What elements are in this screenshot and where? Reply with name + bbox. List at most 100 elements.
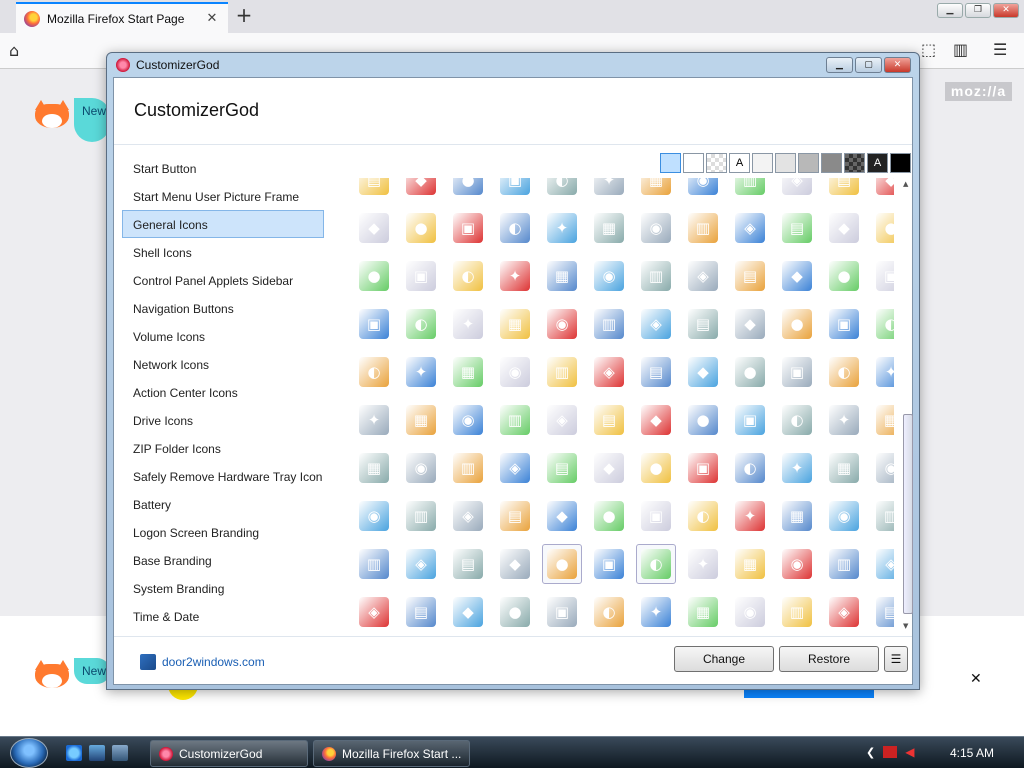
icon-tile[interactable]: ● <box>777 304 817 344</box>
icon-tile[interactable]: ▣ <box>730 400 770 440</box>
icon-tile[interactable]: ▤ <box>448 544 488 584</box>
icon-tile[interactable]: ◐ <box>871 304 894 344</box>
scroll-up-icon[interactable]: ▲ <box>903 180 908 188</box>
icon-tile[interactable]: ◐ <box>401 304 441 344</box>
icon-tile[interactable]: ◐ <box>448 256 488 296</box>
icon-tile[interactable]: ● <box>730 352 770 392</box>
icon-tile[interactable]: ◆ <box>354 208 394 248</box>
icon-tile[interactable]: ◆ <box>495 544 535 584</box>
network-icon[interactable] <box>883 746 898 758</box>
icon-tile[interactable]: ▣ <box>871 256 894 296</box>
icon-tile[interactable]: ◆ <box>683 352 723 392</box>
icon-tile[interactable]: ▤ <box>636 352 676 392</box>
icon-tile[interactable]: ◐ <box>354 352 394 392</box>
icon-grid-scrollbar[interactable]: ▲ ▼ <box>902 178 914 633</box>
nav-item-base-branding[interactable]: Base Branding <box>122 546 324 574</box>
new-tab-button[interactable]: + <box>233 4 255 26</box>
icon-tile[interactable]: ◉ <box>824 496 864 536</box>
swatch-white[interactable] <box>683 153 704 173</box>
close-tab-icon[interactable]: ✕ <box>204 11 220 26</box>
clock[interactable]: 4:15 AM <box>950 746 994 760</box>
swatch-light-gray[interactable] <box>752 153 773 173</box>
icon-tile[interactable]: ▤ <box>871 592 894 628</box>
icon-tile[interactable]: ▥ <box>730 178 770 200</box>
icon-tile[interactable]: ◉ <box>871 448 894 488</box>
icon-tile[interactable]: ▣ <box>636 496 676 536</box>
icon-tile[interactable]: ✦ <box>589 178 629 200</box>
close-window-button[interactable]: ✕ <box>993 3 1019 18</box>
icon-tile[interactable]: ▤ <box>777 208 817 248</box>
icon-tile[interactable]: ◐ <box>636 544 676 584</box>
swatch-black-text[interactable]: A <box>867 153 888 173</box>
screenshot-icon[interactable]: ⬚ <box>921 40 936 59</box>
icon-tile[interactable]: ◆ <box>824 208 864 248</box>
icon-tile[interactable]: ● <box>871 208 894 248</box>
icon-tile[interactable]: ◈ <box>589 352 629 392</box>
icon-tile[interactable]: ▦ <box>636 178 676 200</box>
icon-tile[interactable]: ▥ <box>589 304 629 344</box>
icon-tile[interactable]: ◉ <box>542 304 582 344</box>
icon-tile[interactable]: ◉ <box>495 352 535 392</box>
icon-tile[interactable]: ◐ <box>824 352 864 392</box>
more-options-button[interactable]: ☰ <box>884 646 908 672</box>
icon-tile[interactable]: ◆ <box>777 256 817 296</box>
icon-tile[interactable]: ◈ <box>777 178 817 200</box>
icon-tile[interactable]: ◆ <box>401 178 441 200</box>
icon-tile[interactable]: ✦ <box>495 256 535 296</box>
icon-tile[interactable]: ▥ <box>495 400 535 440</box>
icon-tile[interactable]: ● <box>824 256 864 296</box>
swatch-white-text[interactable]: A <box>729 153 750 173</box>
change-button[interactable]: Change <box>674 646 774 672</box>
icon-tile[interactable]: ✦ <box>636 592 676 628</box>
nav-item-logon-screen-branding[interactable]: Logon Screen Branding <box>122 518 324 546</box>
icon-tile[interactable]: ◉ <box>777 544 817 584</box>
icon-tile[interactable]: ✦ <box>824 400 864 440</box>
icon-tile[interactable]: ▥ <box>683 208 723 248</box>
close-snippet-icon[interactable]: ✕ <box>970 671 982 687</box>
icon-tile[interactable]: ▣ <box>448 208 488 248</box>
icon-tile[interactable]: ◐ <box>683 496 723 536</box>
icon-tile[interactable]: ◈ <box>683 256 723 296</box>
icon-tile[interactable]: ▣ <box>401 256 441 296</box>
icon-tile[interactable]: ● <box>636 448 676 488</box>
swatch-black[interactable] <box>890 153 911 173</box>
icon-tile[interactable]: ▦ <box>683 592 723 628</box>
icon-tile[interactable]: ● <box>401 208 441 248</box>
icon-tile[interactable]: ◆ <box>448 592 488 628</box>
nav-item-zip-folder-icons[interactable]: ZIP Folder Icons <box>122 434 324 462</box>
scroll-down-icon[interactable]: ▼ <box>903 622 908 630</box>
icon-tile[interactable]: ✦ <box>683 544 723 584</box>
icon-tile[interactable]: ▥ <box>448 448 488 488</box>
nav-item-start-menu-user-picture-frame[interactable]: Start Menu User Picture Frame <box>122 182 324 210</box>
icon-tile[interactable]: ◈ <box>542 400 582 440</box>
taskbar-item-customizergod[interactable]: CustomizerGod <box>150 740 308 767</box>
icon-tile[interactable]: ▤ <box>495 496 535 536</box>
sidebar-icon[interactable]: ▥ <box>953 40 968 59</box>
swatch-dark-gray[interactable] <box>821 153 842 173</box>
chevron-left-icon[interactable]: ❮ <box>866 746 875 759</box>
icon-tile[interactable]: ✦ <box>730 496 770 536</box>
nav-item-control-panel-applets-sidebar[interactable]: Control Panel Applets Sidebar <box>122 266 324 294</box>
icon-tile[interactable]: ● <box>589 496 629 536</box>
start-button[interactable] <box>10 738 48 768</box>
icon-tile[interactable]: ◈ <box>495 448 535 488</box>
icon-tile[interactable]: ▦ <box>401 400 441 440</box>
icon-tile[interactable]: ▦ <box>777 496 817 536</box>
icon-tile[interactable]: ▣ <box>495 178 535 200</box>
icon-tile[interactable]: ▦ <box>495 304 535 344</box>
icon-tile[interactable]: ● <box>354 256 394 296</box>
icon-tile[interactable]: ✦ <box>354 400 394 440</box>
icon-tile[interactable]: ✦ <box>871 352 894 392</box>
dialog-maximize-button[interactable]: ▢ <box>855 57 882 73</box>
icon-tile[interactable]: ◈ <box>354 592 394 628</box>
icon-tile[interactable]: ◐ <box>589 592 629 628</box>
icon-tile[interactable]: ▣ <box>542 592 582 628</box>
taskbar-item-firefox[interactable]: Mozilla Firefox Start ... <box>313 740 470 767</box>
icon-tile[interactable]: ● <box>448 178 488 200</box>
icon-tile[interactable]: ▦ <box>824 448 864 488</box>
icon-tile[interactable]: ▥ <box>401 496 441 536</box>
nav-item-navigation-buttons[interactable]: Navigation Buttons <box>122 294 324 322</box>
icon-tile[interactable]: ▤ <box>354 178 394 200</box>
nav-item-drive-icons[interactable]: Drive Icons <box>122 406 324 434</box>
icon-tile[interactable]: ▤ <box>683 304 723 344</box>
